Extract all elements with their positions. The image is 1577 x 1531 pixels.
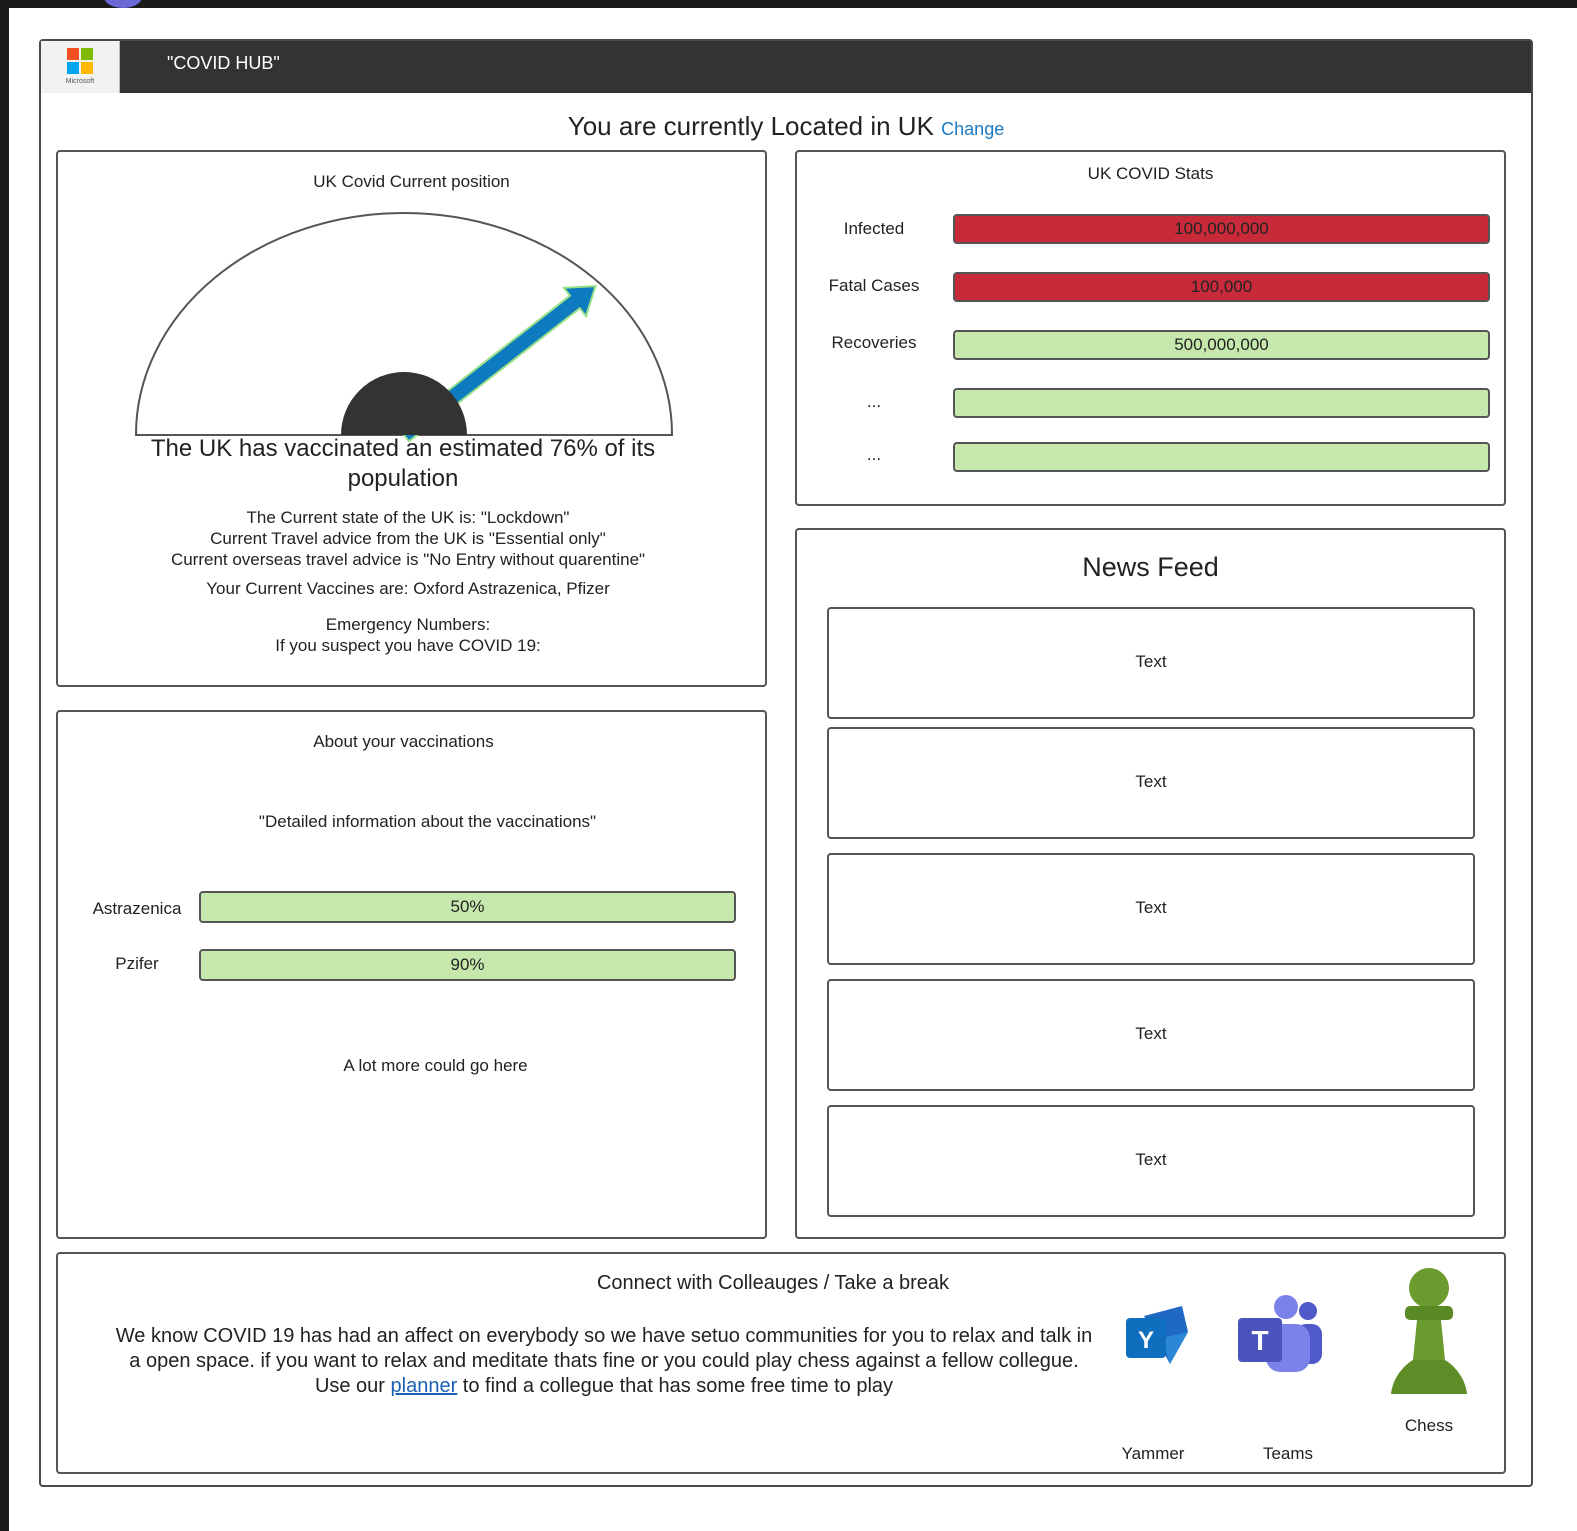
covid-stats-panel: UK COVID Stats Infected 100,000,000 Fata… [795, 150, 1506, 506]
news-item[interactable]: Text [827, 1105, 1475, 1217]
vaccine-label-pzifer: Pzifer [115, 954, 159, 973]
avatar [104, 0, 142, 8]
app-title: "COVID HUB" [167, 53, 280, 73]
vaccination-headline: The UK has vaccinated an estimated 76% o… [150, 435, 656, 492]
location-text: You are currently Located in UK [567, 111, 934, 141]
teams-icon: T [1238, 1295, 1322, 1372]
vaccines-line: Your Current Vaccines are: Oxford Astraz… [206, 579, 610, 598]
microsoft-logo[interactable]: Microsoft [41, 41, 120, 93]
teams-app-tile[interactable]: T Teams [1238, 1294, 1328, 1463]
chess-app-tile[interactable]: Chess [1383, 1266, 1475, 1444]
teams-label: Teams [1262, 1444, 1314, 1463]
news-item[interactable]: Text [827, 607, 1475, 719]
panel-title: Connect with Colleauges / Take a break [596, 1272, 950, 1294]
svg-text:T: T [1251, 1325, 1268, 1356]
yammer-icon: Y [1126, 1306, 1188, 1364]
yammer-app-tile[interactable]: Y Yammer [1108, 1294, 1198, 1463]
stat-label-placeholder: ... [866, 392, 882, 411]
planner-link[interactable]: planner [391, 1375, 458, 1397]
stat-bar-placeholder [953, 442, 1490, 472]
uk-state-line: The Current state of the UK is: "Lockdow… [246, 508, 570, 527]
news-item[interactable]: Text [827, 853, 1475, 965]
logo-text: Microsoft [65, 78, 95, 85]
stat-bar-recoveries: 500,000,000 [953, 330, 1490, 360]
connect-line-3-end: to find a collegue that has some free ti… [457, 1375, 894, 1397]
suspect-covid-line: If you suspect you have COVID 19: [275, 636, 541, 655]
about-vaccinations-panel: About your vaccinations "Detailed inform… [56, 710, 767, 1239]
stat-label-recoveries: Recoveries [831, 333, 917, 352]
panel-title: News Feed [1082, 552, 1219, 582]
stat-bar-fatal-cases: 100,000 [953, 272, 1490, 302]
connect-line-3-start: Use our [314, 1375, 391, 1397]
connect-line-1: We know COVID 19 has had an affect on ev… [115, 1325, 1093, 1347]
news-feed-panel: News Feed Text Text Text Text Text [795, 528, 1506, 1239]
stat-bar-placeholder [953, 388, 1490, 418]
travel-advice-line: Current Travel advice from the UK is "Es… [210, 529, 606, 548]
stat-bar-infected: 100,000,000 [953, 214, 1490, 244]
more-info-text: A lot more could go here [343, 1056, 528, 1075]
overseas-advice-line: Current overseas travel advice is "No En… [170, 550, 646, 569]
covid-position-panel: UK Covid Current position The UK has vac… [56, 150, 767, 687]
vaccine-bar-astrazenica: 50% [199, 891, 736, 923]
vaccination-detail-text: "Detailed information about the vaccinat… [258, 812, 597, 831]
current-status-info: The Current state of the UK is: "Lockdow… [58, 507, 758, 656]
emergency-numbers-line: Emergency Numbers: [325, 615, 491, 634]
vaccination-gauge [134, 212, 674, 443]
stat-label-placeholder: ... [866, 445, 882, 464]
panel-title: About your vaccinations [313, 732, 494, 751]
news-item[interactable]: Text [827, 727, 1475, 839]
news-item[interactable]: Text [827, 979, 1475, 1091]
connect-description: We know COVID 19 has had an affect on ev… [78, 1324, 1130, 1399]
stat-label-fatal-cases: Fatal Cases [828, 276, 920, 295]
change-location-link[interactable]: Change [941, 119, 1004, 139]
panel-title: UK COVID Stats [1087, 164, 1214, 183]
connect-line-3: Use our planner to find a collegue that … [78, 1374, 1130, 1399]
covid-hub-page: Microsoft "COVID HUB" You are currently … [39, 39, 1533, 1487]
vaccine-label-astrazenica: Astrazenica [92, 899, 182, 918]
chess-label: Chess [1404, 1416, 1454, 1435]
vaccine-bar-pzifer: 90% [199, 949, 736, 981]
microsoft-logo-icon [67, 48, 93, 74]
left-window-strip [0, 0, 9, 1531]
yammer-label: Yammer [1121, 1444, 1185, 1463]
connect-colleagues-panel: Connect with Colleauges / Take a break W… [56, 1252, 1506, 1474]
stat-label-infected: Infected [843, 219, 905, 238]
chess-pawn-icon [1391, 1268, 1467, 1394]
location-line: You are currently Located in UK Change [41, 111, 1531, 142]
svg-text:Y: Y [1138, 1327, 1154, 1354]
top-window-strip [0, 0, 1577, 8]
connect-line-2: a open space. if you want to relax and m… [129, 1350, 1079, 1372]
app-header: Microsoft "COVID HUB" [41, 41, 1531, 93]
